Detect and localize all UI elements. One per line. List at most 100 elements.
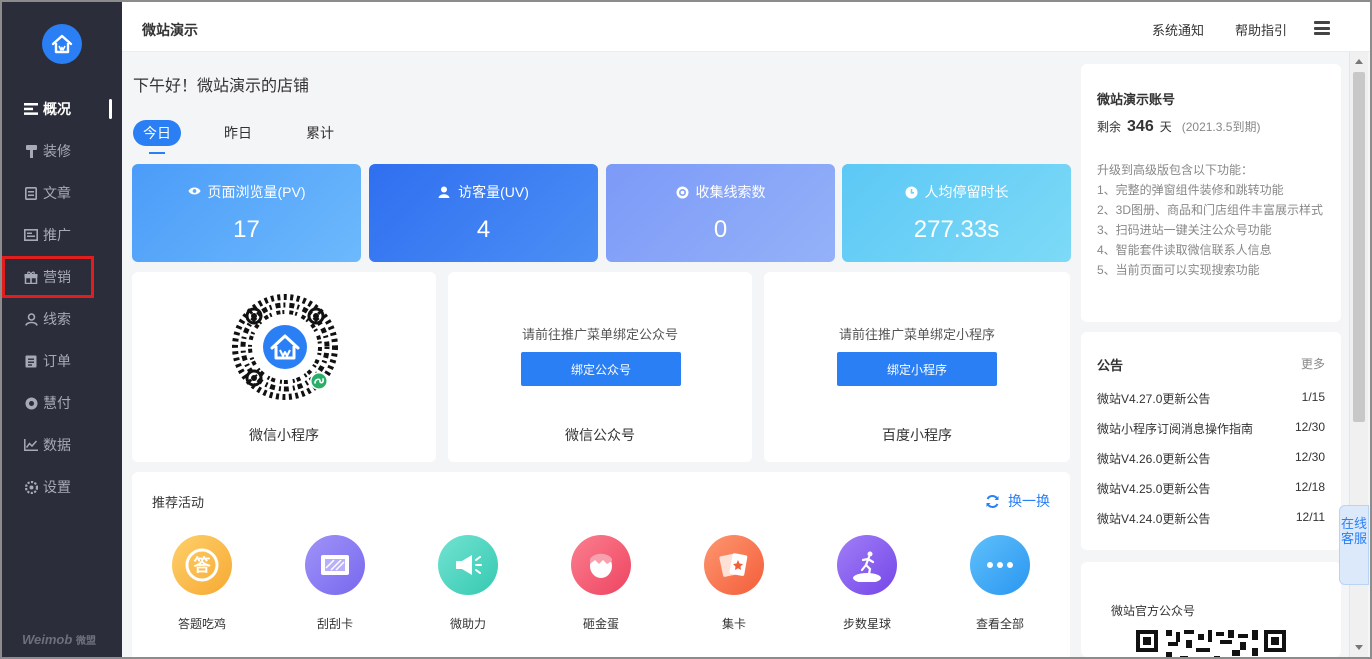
baidu-miniprogram-label: 百度小程序 [882, 427, 952, 443]
sidebar-nav: 概况 装修 文章 推广 营销 线索 订单 慧付 数据 设置 [2, 88, 122, 508]
promote-icon [24, 228, 38, 242]
refresh-icon [985, 494, 1000, 509]
scroll-thumb[interactable] [1353, 72, 1365, 422]
account-title: 微站演示账号 [1097, 92, 1176, 107]
sidebar-item-label: 装修 [43, 143, 71, 159]
official-account-qrcode[interactable] [1136, 630, 1288, 657]
top-header: 微站演示 系统通知 帮助指引 [122, 2, 1370, 52]
account-panel: 微站演示账号 剩余 346 天 (2021.3.5到期) 升级到高级版包含以下功… [1081, 64, 1341, 322]
sidebar-item-label: 数据 [43, 437, 71, 453]
activity-quiz[interactable]: 答 答题吃鸡 [157, 535, 247, 632]
announcement-title: 公告 [1097, 358, 1124, 373]
tab-total[interactable]: 累计 [305, 120, 335, 146]
article-icon [24, 186, 38, 200]
eye-icon [187, 186, 201, 199]
menu-icon[interactable] [1314, 21, 1330, 35]
announcement-date: 12/11 [1295, 510, 1325, 524]
announcement-date: 12/30 [1294, 450, 1325, 464]
announcement-text: 微站小程序订阅消息操作指南 [1097, 422, 1254, 436]
activity-collect-cards[interactable]: 集卡 [689, 535, 779, 632]
settings-icon [24, 480, 38, 494]
tab-yesterday[interactable]: 昨日 [223, 120, 253, 146]
sidebar-item-data[interactable]: 数据 [2, 424, 122, 466]
announcement-item[interactable]: 微站V4.25.0更新公告 12/18 [1097, 480, 1325, 500]
user-icon [438, 186, 451, 199]
bind-official-account-button[interactable]: 绑定公众号 [521, 352, 681, 386]
sidebar-item-label: 线索 [43, 311, 71, 327]
announcement-item[interactable]: 微站V4.26.0更新公告 12/30 [1097, 450, 1325, 470]
miniprogram-label: 微信小程序 [249, 427, 319, 443]
remaining-days: 346 [1127, 118, 1154, 135]
tab-today[interactable]: 今日 [133, 120, 181, 146]
cards-icon [704, 535, 764, 595]
sidebar-item-orders[interactable]: 订单 [2, 340, 122, 382]
system-notice-link[interactable]: 系统通知 [1152, 20, 1204, 39]
overview-icon [24, 102, 38, 116]
account-remaining: 剩余 346 天 (2021.3.5到期) [1097, 118, 1260, 136]
announcement-text: 微站V4.24.0更新公告 [1097, 512, 1211, 526]
orders-icon [24, 354, 38, 368]
announcement-more-link[interactable]: 更多 [1301, 355, 1325, 372]
baidu-bind-prompt: 请前往推广菜单绑定小程序 [838, 327, 995, 342]
announcement-date: 12/18 [1294, 480, 1325, 494]
data-icon [24, 438, 38, 452]
activity-boost[interactable]: 微助力 [423, 535, 513, 632]
activity-name: 步数星球 [842, 617, 891, 631]
activity-view-all[interactable]: 查看全部 [955, 535, 1045, 632]
egg-icon [571, 535, 631, 595]
sidebar-item-promote[interactable]: 推广 [2, 214, 122, 256]
stat-card-stay: 人均停留时长 277.33s [842, 164, 1071, 262]
decorate-icon [24, 144, 38, 158]
activity-name: 集卡 [721, 617, 746, 631]
feature-item: 2、3D图册、商品和门店组件丰富展示样式 [1097, 203, 1324, 217]
feature-item: 4、智能套件读取微信联系人信息 [1097, 243, 1272, 257]
announcement-date: 1/15 [1301, 390, 1325, 404]
miniprogram-qrcode[interactable] [232, 294, 338, 400]
activity-name: 刮刮卡 [316, 617, 353, 631]
activity-scratch-card[interactable]: 刮刮卡 [290, 535, 380, 632]
card-wechat-official: 请前往推广菜单绑定公众号 绑定公众号 微信公众号 [448, 272, 752, 462]
sidebar-item-marketing[interactable]: 营销 [2, 256, 94, 298]
sidebar-item-pay[interactable]: 慧付 [2, 382, 122, 424]
refresh-activities-button[interactable]: 换一换 [985, 491, 1050, 511]
planet-icon [837, 535, 897, 595]
upgrade-intro: 升级到高级版包含以下功能： [1097, 163, 1254, 177]
stat-card-pv: 页面浏览量(PV) 17 [132, 164, 361, 262]
sidebar-item-article[interactable]: 文章 [2, 172, 122, 214]
leads-icon [24, 312, 38, 326]
stat-value: 17 [233, 216, 260, 243]
sidebar-item-overview[interactable]: 概况 [2, 88, 122, 130]
refresh-label: 换一换 [1008, 493, 1050, 509]
remain-prefix: 剩余 [1097, 120, 1122, 134]
target-icon [676, 186, 689, 199]
announcement-item[interactable]: 微站V4.24.0更新公告 12/11 [1097, 510, 1325, 530]
sidebar-item-label: 营销 [43, 269, 71, 285]
announcement-panel: 公告 更多 微站V4.27.0更新公告 1/15 微站小程序订阅消息操作指南 12/… [1081, 332, 1341, 550]
help-guide-link[interactable]: 帮助指引 [1235, 20, 1287, 39]
sidebar-item-settings[interactable]: 设置 [2, 466, 122, 508]
svg-text:答: 答 [194, 555, 212, 576]
sidebar-item-label: 概况 [43, 101, 71, 117]
expiry-date: (2021.3.5到期) [1181, 120, 1261, 134]
sidebar-item-label: 订单 [43, 353, 71, 369]
scroll-down-arrow-icon[interactable] [1355, 645, 1363, 650]
scratch-card-icon [305, 535, 365, 595]
house-logo-icon [51, 34, 73, 54]
official-account-title: 微站官方公众号 [1111, 604, 1196, 618]
activity-golden-egg[interactable]: 砸金蛋 [556, 535, 646, 632]
feature-item: 1、完整的弹窗组件装修和跳转功能 [1097, 183, 1284, 197]
sidebar-item-leads[interactable]: 线索 [2, 298, 122, 340]
activity-step-planet[interactable]: 步数星球 [822, 535, 912, 632]
sidebar-item-label: 慧付 [43, 395, 71, 411]
sidebar-item-decorate[interactable]: 装修 [2, 130, 122, 172]
logo[interactable] [42, 24, 82, 64]
activity-name: 砸金蛋 [582, 617, 619, 631]
sidebar: 概况 装修 文章 推广 营销 线索 订单 慧付 数据 设置 Weimob 微盟 [2, 2, 122, 657]
quiz-icon: 答 [172, 535, 232, 595]
bind-baidu-miniprogram-button[interactable]: 绑定小程序 [837, 352, 997, 386]
online-service-button[interactable]: 在线客服 [1339, 505, 1369, 585]
sidebar-item-label: 推广 [43, 227, 71, 243]
scroll-up-arrow-icon[interactable] [1355, 59, 1363, 64]
announcement-item[interactable]: 微站小程序订阅消息操作指南 12/30 [1097, 420, 1325, 440]
announcement-item[interactable]: 微站V4.27.0更新公告 1/15 [1097, 390, 1325, 410]
